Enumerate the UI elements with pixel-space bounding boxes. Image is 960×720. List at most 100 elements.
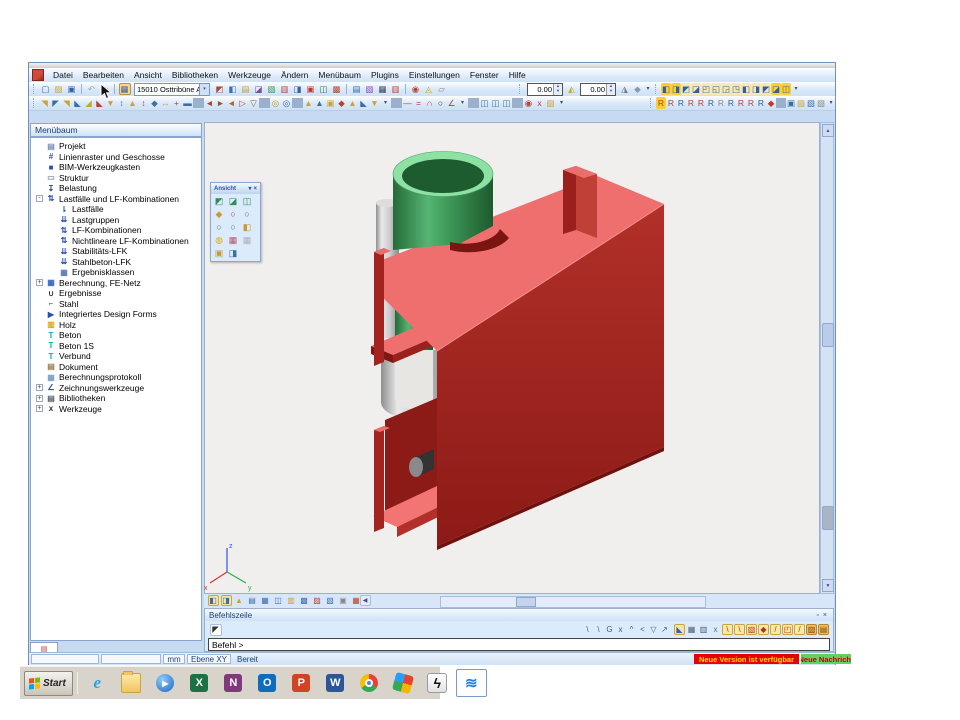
result-toolbar-icon[interactable]: ▧ [816,97,826,109]
view-plane-icon[interactable]: ◰ [701,83,711,95]
toolbar-icon[interactable]: ◫ [479,97,490,109]
toolbar-icon[interactable] [193,98,204,108]
taskbar-app[interactable]: ≋ [456,669,487,697]
command-input[interactable]: Befehl > [208,638,830,651]
coordinate-spinner-x[interactable]: 0.00 ▲▼ [527,83,563,96]
taskbar-app[interactable]: P [286,669,317,697]
toolbar-icon[interactable] [405,84,406,94]
toolbar-icon[interactable]: ▩ [331,83,343,95]
view-tool-icon[interactable]: ○ [240,208,254,221]
toolbar-icon[interactable] [468,98,479,108]
view-tool-icon[interactable]: ○ [212,221,226,234]
toolbar-icon[interactable]: ◬ [423,83,435,95]
tree-expander-icon[interactable] [48,247,57,256]
tree-expander-icon[interactable] [35,184,44,193]
snap-toggle-icon[interactable]: / [770,624,781,635]
result-toolbar-icon[interactable]: R [756,97,766,109]
toolbar-icon[interactable]: ▤ [351,83,363,95]
tree-expander-icon[interactable] [35,341,44,350]
toolbar-icon[interactable]: ◣ [358,97,369,109]
tree-item[interactable]: ⇊ Stahlbeton-LFK [31,257,201,268]
view-plane-icon[interactable]: ◲ [721,83,731,95]
toolbar-icon[interactable]: ◫ [490,97,501,109]
result-toolbar-icon[interactable]: R [706,97,716,109]
model-selector-combobox[interactable]: 15010 Osttribüne An ▾ [134,83,210,96]
menu-item[interactable]: Fenster [465,70,504,80]
tree-item[interactable]: T Beton 1S [31,341,201,352]
toolbar-icon[interactable]: ◎ [281,97,292,109]
toolbar-icon[interactable]: ◧ [227,83,239,95]
menu-item[interactable]: Datei [48,70,78,80]
toolbar-icon[interactable]: ◫ [318,83,330,95]
toolbar-icon[interactable]: ▬ [182,97,193,109]
view-tool-icon[interactable]: ▦ [240,234,254,247]
tree-item[interactable]: ∪ Ergebnisse [31,288,201,299]
view-plane-icon[interactable]: ◧ [661,83,671,95]
tree-item[interactable]: ▦ Ergebnisklassen [31,267,201,278]
taskbar-app[interactable] [116,669,147,697]
draw-mode-icon[interactable]: G [604,624,615,635]
start-button[interactable]: Start [24,671,73,696]
toolbar-icon[interactable]: ◢ [83,97,94,109]
vscroll-extra-thumb[interactable] [822,506,834,530]
toolbar-icon[interactable]: ▲ [303,97,314,109]
toolbar-icon[interactable]: ↶ [86,83,98,95]
view-plane-icon[interactable]: ◱ [711,83,721,95]
tree-item[interactable]: + x Werkzeuge [31,404,201,415]
taskbar-app[interactable]: e [82,669,113,697]
toolbar-icon[interactable]: ◄ [204,97,215,109]
taskbar-app[interactable]: N [218,669,249,697]
view-plane-icon[interactable]: ▾ [791,83,801,95]
tree-expander-icon[interactable] [35,142,44,151]
snap-toggle-icon[interactable]: \ [722,624,733,635]
toolbar-icon[interactable]: ▲ [314,97,325,109]
toolbar-icon[interactable]: ▥ [279,83,291,95]
draw-mode-icon[interactable]: ▽ [648,624,659,635]
view-plane-icon[interactable]: ◨ [671,83,681,95]
toolbar-grip[interactable] [650,98,654,108]
menu-item[interactable]: Hilfe [504,70,531,80]
view-tab-icon[interactable]: ▤ [247,595,258,606]
tree-expander-icon[interactable] [35,352,44,361]
view-tab-icon[interactable]: ◧ [208,595,219,606]
tree-item[interactable]: - ⇅ Lastfälle und LF-Kombinationen [31,194,201,205]
view-tool-icon[interactable]: ▦ [226,234,240,247]
snap-toggle-icon[interactable]: ▧ [746,624,757,635]
select-cursor-icon[interactable]: ◤ [210,624,222,636]
close-icon[interactable]: × [821,612,829,619]
coordinate-spinner-y[interactable]: 0.00 ▲▼ [580,83,616,96]
toolbar-icon[interactable]: ◉ [523,97,534,109]
close-icon[interactable]: × [252,186,258,192]
toolbar-grip[interactable] [519,84,523,94]
view-tool-icon[interactable]: ◩ [212,195,226,208]
toolbar-icon[interactable]: ▣ [305,83,317,95]
toolbar-icon[interactable]: ∠ [446,97,457,109]
view-tool-icon[interactable]: ◫ [240,195,254,208]
palette-header[interactable]: Ansicht ▾ × [211,183,260,194]
tree-expander-icon[interactable] [35,152,44,161]
viewport-vscrollbar[interactable]: ▲ ▼ [820,122,834,594]
view-tab-icon[interactable]: ◫ [273,595,284,606]
toolbar-icon[interactable]: ◥ [61,97,72,109]
tree-expander-icon[interactable] [48,205,57,214]
toolbar-icon[interactable]: x [534,97,545,109]
view-plane-icon[interactable]: ◩ [681,83,691,95]
result-toolbar-icon[interactable]: ▣ [786,97,796,109]
scroll-down-icon[interactable]: ▼ [822,579,834,592]
menu-item[interactable]: Plugins [366,70,404,80]
toolbar-icon[interactable] [346,84,347,94]
tree-item[interactable]: + ∠ Zeichnungswerkzeuge [31,383,201,394]
snap-toggle-icon[interactable]: x [710,624,721,635]
tree-expander-icon[interactable] [48,226,57,235]
menu-item[interactable]: Ändern [276,70,313,80]
view-tool-icon[interactable]: ○ [226,208,240,221]
taskbar-app[interactable] [354,669,385,697]
taskbar-app[interactable]: ϟ [422,669,453,697]
result-toolbar-icon[interactable]: ▨ [796,97,806,109]
result-toolbar-icon[interactable]: R [726,97,736,109]
result-toolbar-icon[interactable]: R [656,97,666,109]
tree-expander-icon[interactable] [35,331,44,340]
toolbar-icon[interactable]: ▣ [325,97,336,109]
menu-item[interactable]: Menübaum [313,70,366,80]
result-toolbar-icon[interactable]: ◆ [766,97,776,109]
